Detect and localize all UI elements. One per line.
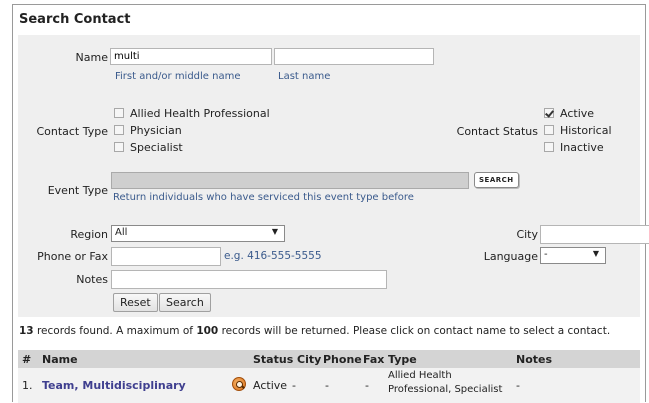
- city-label: City: [516, 228, 538, 241]
- col-header-status[interactable]: Status: [253, 353, 293, 366]
- col-header-fax[interactable]: Fax: [363, 353, 384, 366]
- phone-hint: e.g. 416-555-5555: [224, 250, 322, 262]
- last-name-input[interactable]: [274, 48, 434, 65]
- row-type-line2: Professional, Specialist: [388, 384, 503, 395]
- row-status: Active: [253, 379, 288, 392]
- reset-button[interactable]: Reset: [113, 293, 158, 312]
- results-table-header: # Name Status City Phone Fax Type Notes: [18, 350, 640, 368]
- last-name-hint: Last name: [278, 71, 331, 82]
- phone-fax-label: Phone or Fax: [37, 250, 108, 263]
- col-header-type[interactable]: Type: [388, 353, 417, 366]
- contact-type-label: Contact Type: [36, 125, 108, 138]
- col-header-num: #: [22, 353, 32, 366]
- notes-input[interactable]: [111, 270, 387, 289]
- contact-status-label: Contact Status: [456, 125, 538, 138]
- dropdown-caret-icon: ▼: [271, 227, 278, 236]
- page-title: Search Contact: [19, 12, 131, 27]
- row-notes: -: [516, 379, 520, 392]
- checkbox-icon[interactable]: [114, 142, 124, 152]
- contact-type-physician-checkbox[interactable]: Physician: [114, 124, 182, 137]
- search-form-panel: Name First and/or middle name Last name …: [18, 35, 649, 317]
- row-num: 1.: [22, 379, 33, 392]
- language-label: Language: [483, 250, 538, 263]
- notes-label: Notes: [76, 273, 108, 286]
- language-select[interactable]: - ▼: [540, 247, 606, 264]
- results-count: 13: [19, 325, 34, 337]
- first-name-input[interactable]: [110, 48, 272, 65]
- first-name-hint: First and/or middle name: [115, 71, 241, 82]
- col-header-city[interactable]: City: [297, 353, 321, 366]
- view-contact-magnifier-icon[interactable]: [232, 377, 246, 391]
- contact-type-allied-health-checkbox[interactable]: Allied Health Professional: [114, 107, 270, 120]
- checkbox-icon[interactable]: [544, 125, 554, 135]
- row-type-line1: Allied Health: [388, 370, 452, 381]
- row-city: -: [292, 379, 296, 392]
- event-type-label: Event Type: [47, 184, 108, 197]
- search-contact-window: Search Contact Name First and/or middle …: [12, 4, 649, 403]
- table-row[interactable]: 1. Team, Multidisciplinary Active - - - …: [18, 368, 640, 403]
- contact-type-specialist-checkbox[interactable]: Specialist: [114, 141, 183, 154]
- phone-fax-input[interactable]: [111, 247, 221, 266]
- event-type-input[interactable]: [111, 172, 469, 189]
- region-select[interactable]: All ▼: [111, 225, 285, 242]
- row-phone: -: [325, 379, 329, 392]
- name-label: Name: [75, 51, 108, 64]
- event-type-hint: Return individuals who have serviced thi…: [113, 192, 414, 203]
- contact-status-historical-checkbox[interactable]: Historical: [544, 124, 612, 137]
- checkbox-checked-icon[interactable]: [544, 108, 554, 118]
- checkbox-icon[interactable]: [114, 125, 124, 135]
- region-label: Region: [70, 228, 108, 241]
- checkbox-icon[interactable]: [544, 142, 554, 152]
- results-max: 100: [196, 325, 219, 337]
- col-header-phone[interactable]: Phone: [323, 353, 362, 366]
- results-summary: 13 records found. A maximum of 100 recor…: [19, 325, 611, 337]
- event-type-search-button[interactable]: SEARCH: [474, 172, 519, 188]
- col-header-notes[interactable]: Notes: [516, 353, 552, 366]
- city-input[interactable]: [540, 225, 649, 244]
- col-header-name[interactable]: Name: [42, 353, 78, 366]
- search-button[interactable]: Search: [159, 293, 211, 312]
- row-fax: -: [365, 379, 369, 392]
- dropdown-caret-icon: ▼: [592, 249, 599, 258]
- contact-name-link[interactable]: Team, Multidisciplinary: [42, 379, 186, 392]
- checkbox-icon[interactable]: [114, 108, 124, 118]
- contact-status-inactive-checkbox[interactable]: Inactive: [544, 141, 604, 154]
- contact-status-active-checkbox[interactable]: Active: [544, 107, 594, 120]
